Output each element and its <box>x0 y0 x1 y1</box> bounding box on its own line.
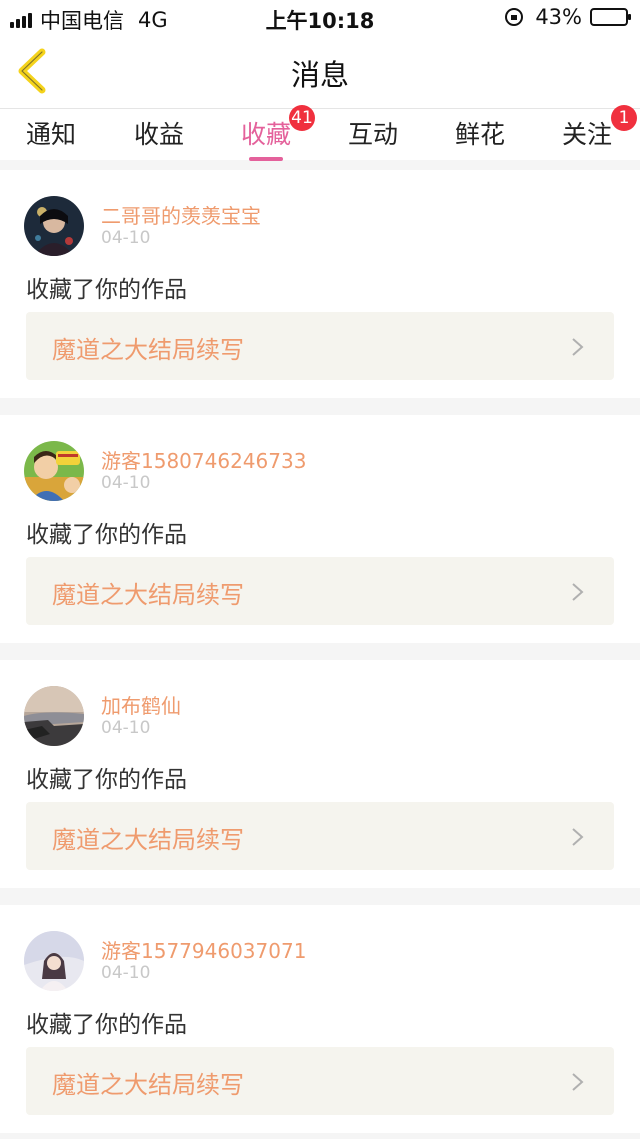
tab-label: 鲜花 <box>454 120 505 149</box>
chevron-right-icon <box>572 828 584 846</box>
work-title: 魔道之大结局续写 <box>52 336 244 364</box>
message-date: 04-10 <box>101 718 151 738</box>
chevron-right-icon <box>572 583 584 601</box>
message-card: 加布鹤仙 04-10 收藏了你的作品 魔道之大结局续写 <box>0 660 640 888</box>
tab-label: 关注 <box>561 120 612 149</box>
work-link[interactable]: 魔道之大结局续写 <box>26 557 614 625</box>
tab-notifications[interactable]: 通知 <box>6 115 96 159</box>
tab-favorites[interactable]: 收藏 41 <box>221 105 315 161</box>
tab-label: 收益 <box>133 120 184 149</box>
tab-follows[interactable]: 关注 1 <box>542 105 637 159</box>
work-title: 魔道之大结局续写 <box>52 826 244 854</box>
message-date: 04-10 <box>101 228 151 248</box>
message-text: 收藏了你的作品 <box>26 1012 187 1038</box>
favorites-badge: 41 <box>289 105 315 131</box>
message-card: 游客1577946037071 04-10 收藏了你的作品 魔道之大结局续写 <box>0 905 640 1133</box>
chevron-right-icon <box>572 338 584 356</box>
username[interactable]: 游客1580746246733 <box>101 445 306 474</box>
follows-badge: 1 <box>611 105 637 131</box>
battery-icon <box>590 8 631 26</box>
avatar-image <box>24 931 84 991</box>
message-date: 04-10 <box>101 963 151 983</box>
tab-label: 互动 <box>347 120 398 149</box>
nav-bar: 消息 <box>0 34 640 108</box>
avatar-image <box>24 441 84 501</box>
username[interactable]: 二哥哥的羡羡宝宝 <box>101 200 261 229</box>
message-date: 04-10 <box>101 473 151 493</box>
status-bar: 中国电信 4G 上午10:18 43% <box>0 0 640 34</box>
work-link[interactable]: 魔道之大结局续写 <box>26 1047 614 1115</box>
tab-label: 收藏 <box>240 120 291 149</box>
active-tab-indicator <box>249 157 283 161</box>
status-right: 43% <box>505 5 631 29</box>
message-card: 二哥哥的羡羡宝宝 04-10 收藏了你的作品 魔道之大结局续写 <box>0 170 640 398</box>
message-card: 游客1580746246733 04-10 收藏了你的作品 魔道之大结局续写 <box>0 415 640 643</box>
username[interactable]: 加布鹤仙 <box>101 690 181 719</box>
avatar[interactable] <box>24 196 84 256</box>
work-link[interactable]: 魔道之大结局续写 <box>26 312 614 380</box>
tab-bar: 通知 收益 收藏 41 互动 鲜花 关注 1 <box>0 105 640 161</box>
avatar[interactable] <box>24 441 84 501</box>
message-text: 收藏了你的作品 <box>26 767 187 793</box>
work-title: 魔道之大结局续写 <box>52 1071 244 1099</box>
work-title: 魔道之大结局续写 <box>52 581 244 609</box>
tab-label: 通知 <box>25 120 76 149</box>
avatar[interactable] <box>24 931 84 991</box>
rotation-lock-icon <box>505 8 524 26</box>
chevron-right-icon <box>572 1073 584 1091</box>
battery-percent: 43% <box>535 5 582 29</box>
tab-flowers[interactable]: 鲜花 <box>435 115 525 159</box>
page-title: 消息 <box>290 58 349 92</box>
work-link[interactable]: 魔道之大结局续写 <box>26 802 614 870</box>
tab-interactions[interactable]: 互动 <box>328 115 418 159</box>
avatar-image <box>24 686 84 746</box>
avatar[interactable] <box>24 686 84 746</box>
message-text: 收藏了你的作品 <box>26 277 187 303</box>
tab-earnings[interactable]: 收益 <box>114 115 204 159</box>
avatar-image <box>24 196 84 256</box>
message-text: 收藏了你的作品 <box>26 522 187 548</box>
username[interactable]: 游客1577946037071 <box>101 935 306 964</box>
